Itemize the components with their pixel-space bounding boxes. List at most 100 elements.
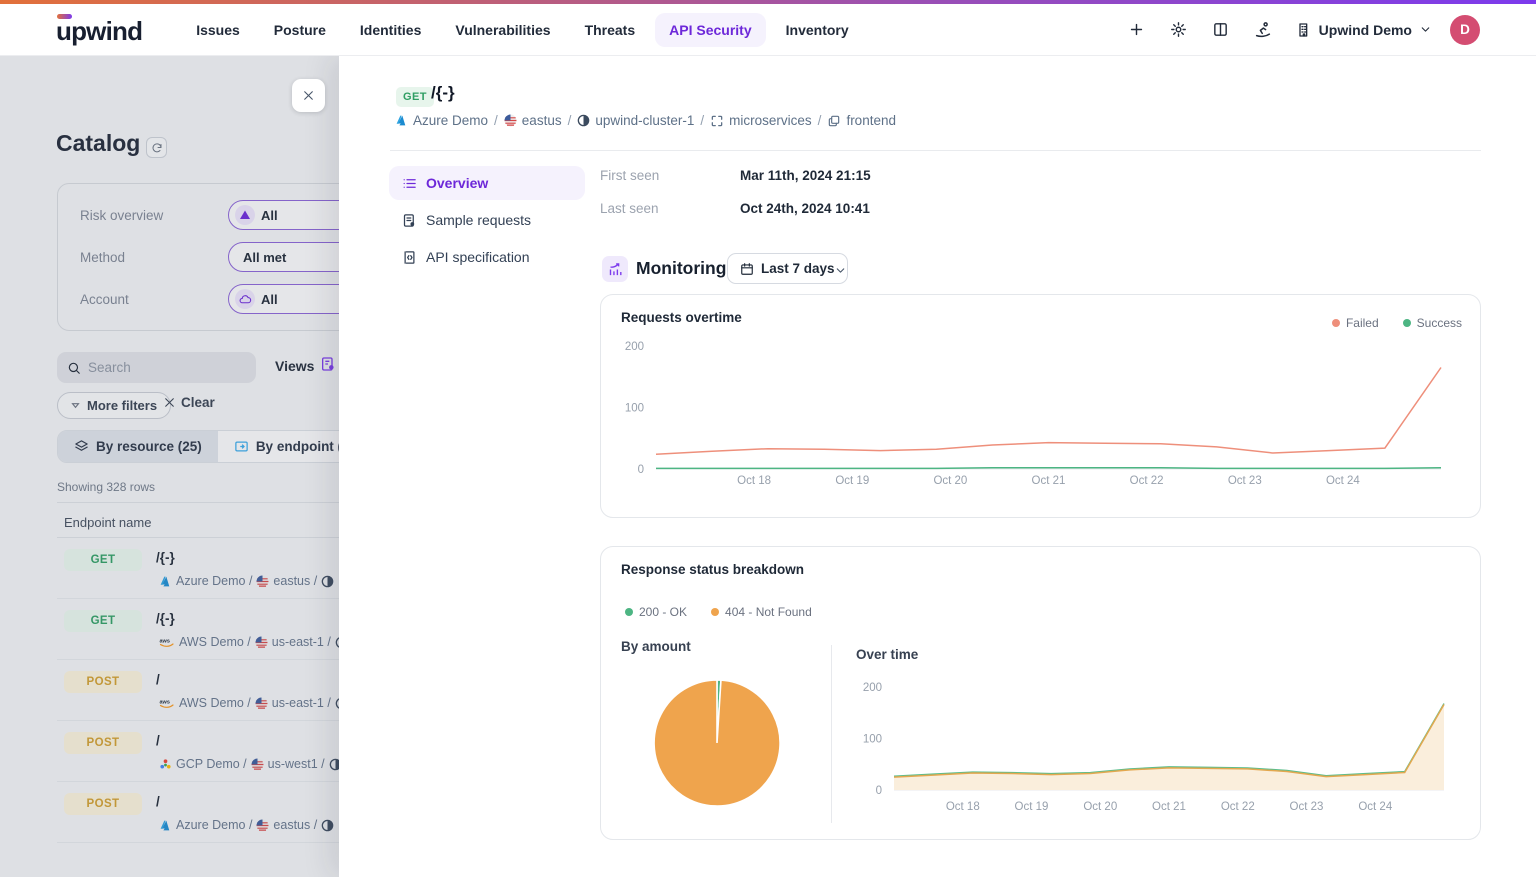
logo-text: upwind bbox=[56, 16, 142, 46]
chevron-down-icon bbox=[834, 264, 847, 277]
plus-icon bbox=[1128, 21, 1145, 38]
list-divider bbox=[57, 502, 339, 503]
settings-button[interactable] bbox=[1164, 15, 1194, 45]
svg-text:100: 100 bbox=[625, 403, 644, 415]
search-icon bbox=[67, 361, 81, 375]
workload-icon bbox=[827, 114, 841, 128]
tab-by-resource-25[interactable]: By resource (25) bbox=[58, 431, 218, 462]
breadcrumb-item-microservices[interactable]: microservices bbox=[710, 113, 812, 128]
nav-item-threats[interactable]: Threats bbox=[571, 13, 650, 47]
filter-value: All bbox=[261, 208, 278, 223]
endpoint-location: awsAWS Demo / us-east-1 / bbox=[159, 696, 339, 710]
breadcrumb-item-azure-demo[interactable]: Azure Demo bbox=[395, 113, 488, 128]
filter-label: Account bbox=[80, 292, 228, 307]
nav-item-api-security[interactable]: API Security bbox=[655, 13, 765, 47]
views-label: Views bbox=[275, 358, 314, 374]
legend-item-success[interactable]: Success bbox=[1403, 316, 1462, 330]
svg-text:Oct 19: Oct 19 bbox=[835, 475, 869, 487]
svg-text:Oct 24: Oct 24 bbox=[1358, 801, 1392, 813]
detail-tab-sample-requests[interactable]: Sample requests bbox=[389, 203, 585, 237]
more-filters-label: More filters bbox=[87, 398, 157, 413]
endpoint-row[interactable]: GET/{-}Azure Demo / eastus / bbox=[57, 538, 339, 599]
header-divider bbox=[390, 150, 1481, 151]
svg-text:200: 200 bbox=[625, 341, 644, 353]
first-seen-value: Mar 11th, 2024 21:15 bbox=[740, 168, 871, 183]
search-box[interactable] bbox=[57, 352, 256, 383]
legend-item-200-ok[interactable]: 200 - OK bbox=[625, 605, 687, 619]
filter-pill-risk-overview[interactable]: All bbox=[228, 200, 339, 230]
endpoint-row[interactable]: POST/Azure Demo / eastus / bbox=[57, 782, 339, 843]
add-button[interactable] bbox=[1122, 15, 1152, 45]
flag-us-icon bbox=[504, 114, 517, 127]
legend-label: 404 - Not Found bbox=[725, 605, 812, 619]
svg-text:Oct 19: Oct 19 bbox=[1015, 801, 1049, 813]
org-name: Upwind Demo bbox=[1319, 22, 1412, 38]
legend-item-404-not-found[interactable]: 404 - Not Found bbox=[711, 605, 812, 619]
filter-value: All met bbox=[243, 250, 286, 265]
svg-text:Oct 20: Oct 20 bbox=[1083, 801, 1117, 813]
cluster-icon bbox=[577, 114, 590, 127]
monitoring-icon bbox=[602, 256, 628, 282]
search-input[interactable] bbox=[88, 360, 228, 375]
close-panel-button[interactable] bbox=[292, 79, 325, 112]
method-badge: POST bbox=[64, 793, 142, 815]
workspace: Catalog Risk overviewAllMethodAll metAcc… bbox=[0, 56, 1536, 877]
svg-text:200: 200 bbox=[863, 682, 882, 694]
endpoint-path: /{-} bbox=[156, 550, 175, 565]
clear-filters-button[interactable]: Clear bbox=[163, 395, 215, 410]
filter-pill-method[interactable]: All met bbox=[228, 242, 339, 272]
legend-dot bbox=[711, 608, 719, 616]
nav-item-issues[interactable]: Issues bbox=[182, 13, 254, 47]
azure-icon bbox=[159, 575, 172, 588]
nav-item-vulnerabilities[interactable]: Vulnerabilities bbox=[441, 13, 564, 47]
breadcrumb-label: frontend bbox=[846, 113, 896, 128]
endpoint-location: awsAWS Demo / us-east-1 / bbox=[159, 635, 339, 649]
tab-by-endpoint[interactable]: By endpoint ( bbox=[218, 431, 339, 462]
svg-text:Oct 23: Oct 23 bbox=[1228, 475, 1262, 487]
requests-overtime-card: Requests overtime FailedSuccess 0100200O… bbox=[600, 294, 1481, 518]
breadcrumb-item-upwind-cluster-1[interactable]: upwind-cluster-1 bbox=[577, 113, 694, 128]
avatar[interactable]: D bbox=[1450, 15, 1480, 45]
time-range-caret-button[interactable] bbox=[829, 259, 851, 281]
catalog-panel: Catalog Risk overviewAllMethodAll metAcc… bbox=[0, 56, 339, 877]
legend-dot bbox=[625, 608, 633, 616]
endpoint-row[interactable]: POST/GCP Demo / us-west1 / bbox=[57, 721, 339, 782]
breadcrumb-item-eastus[interactable]: eastus bbox=[504, 113, 562, 128]
svg-text:aws: aws bbox=[160, 700, 170, 706]
gear-icon bbox=[1170, 21, 1187, 38]
x-icon bbox=[163, 396, 176, 409]
detail-tab-overview[interactable]: Overview bbox=[389, 166, 585, 200]
detail-tabs: OverviewSample requestsAPI specification bbox=[389, 166, 585, 274]
flag-us-icon bbox=[256, 575, 269, 588]
azure-icon bbox=[159, 819, 172, 832]
nav-item-inventory[interactable]: Inventory bbox=[772, 13, 863, 47]
breadcrumb-item-frontend[interactable]: frontend bbox=[827, 113, 896, 128]
endpoint-path: / bbox=[156, 672, 160, 687]
more-filters-button[interactable]: More filters bbox=[57, 392, 171, 419]
assistant-button[interactable] bbox=[1248, 15, 1278, 45]
nav-item-identities[interactable]: Identities bbox=[346, 13, 435, 47]
org-switcher[interactable]: Upwind Demo bbox=[1290, 18, 1438, 42]
legend-item-failed[interactable]: Failed bbox=[1332, 316, 1379, 330]
upwind-logo[interactable]: upwind bbox=[56, 12, 142, 47]
flag-us-icon bbox=[255, 697, 268, 710]
filter-pill-account[interactable]: All bbox=[228, 284, 339, 314]
views-icon[interactable] bbox=[320, 356, 336, 372]
svg-text:0: 0 bbox=[638, 464, 644, 476]
svg-text:Oct 21: Oct 21 bbox=[1152, 801, 1186, 813]
gcp-icon bbox=[159, 758, 172, 771]
method-badge: GET bbox=[64, 549, 142, 571]
docs-button[interactable] bbox=[1206, 15, 1236, 45]
chevron-down-icon bbox=[1419, 23, 1432, 36]
endpoint-location: GCP Demo / us-west1 / bbox=[159, 757, 339, 771]
legend-label: 200 - OK bbox=[639, 605, 687, 619]
endpoint-row[interactable]: POST/awsAWS Demo / us-east-1 / bbox=[57, 660, 339, 721]
aws-icon: aws bbox=[159, 697, 175, 709]
main-nav: IssuesPostureIdentitiesVulnerabilitiesTh… bbox=[182, 13, 862, 47]
refresh-button[interactable] bbox=[146, 137, 167, 158]
endpoint-detail-panel: GET /{-} Azure Demo/eastus/upwind-cluste… bbox=[339, 56, 1536, 877]
app-root: upwind IssuesPostureIdentitiesVulnerabil… bbox=[0, 0, 1536, 877]
endpoint-row[interactable]: GET/{-}awsAWS Demo / us-east-1 / bbox=[57, 599, 339, 660]
detail-tab-api-specification[interactable]: API specification bbox=[389, 240, 585, 274]
nav-item-posture[interactable]: Posture bbox=[260, 13, 340, 47]
